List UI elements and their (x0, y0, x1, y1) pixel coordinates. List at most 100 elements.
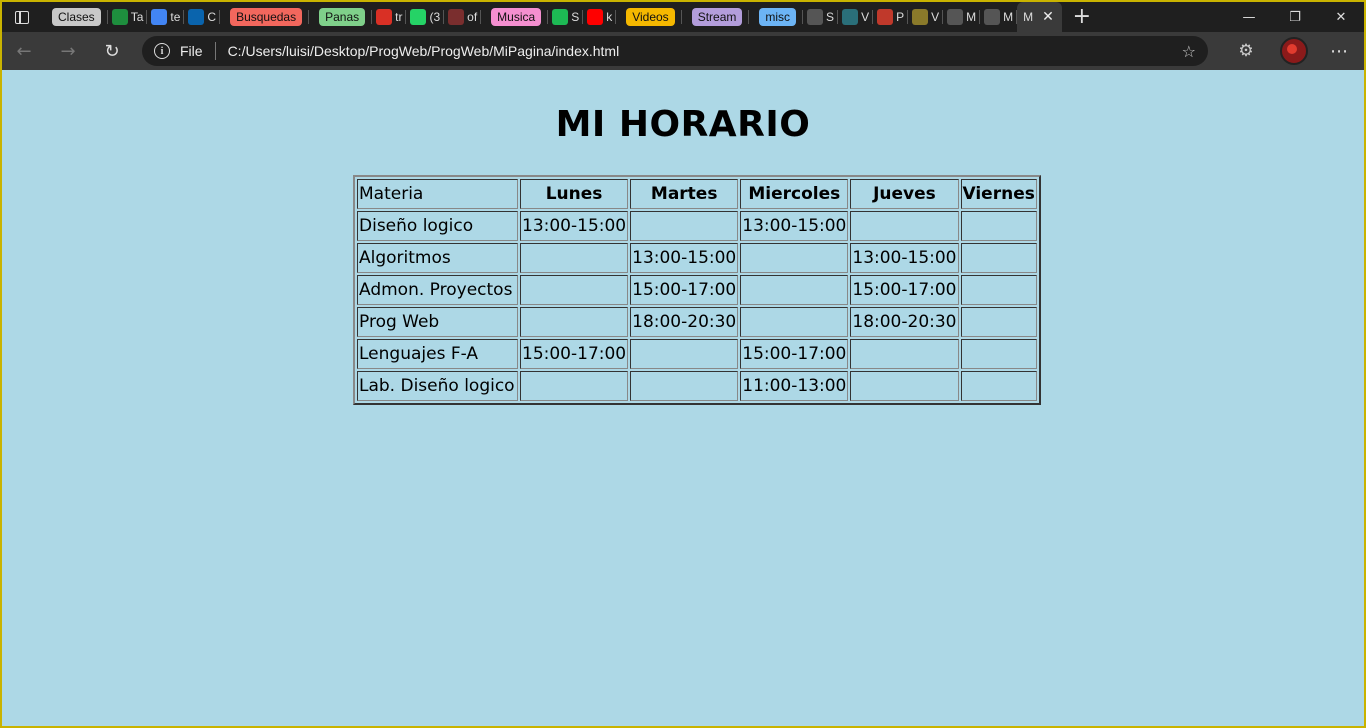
tab-group-label[interactable]: Busquedas (230, 8, 303, 26)
profile-avatar[interactable] (1280, 37, 1308, 65)
extensions-icon[interactable]: ⚙ (1226, 41, 1266, 61)
refresh-button[interactable]: ↻ (90, 32, 134, 70)
restore-button[interactable]: ❐ (1272, 2, 1318, 32)
tab-title: S (826, 10, 835, 24)
browser-tab[interactable]: tr (372, 2, 407, 32)
back-button[interactable]: ← (2, 32, 46, 70)
tab-title: M (1003, 10, 1014, 24)
browser-tab[interactable]: te (147, 2, 185, 32)
time-cell (960, 243, 1037, 273)
new-tab-button[interactable]: + (1062, 2, 1102, 32)
minimize-button[interactable]: — (1226, 2, 1272, 32)
time-cell (520, 371, 629, 401)
tab-title: Ta (130, 10, 144, 24)
header-lunes: Lunes (520, 179, 629, 209)
tab-title: M (966, 10, 977, 24)
drive-icon (151, 9, 168, 25)
tab-title: k (606, 10, 613, 24)
browser-tab[interactable]: Panas (309, 2, 373, 32)
forward-arrow-icon: → (60, 40, 76, 62)
browser-tab[interactable]: M (943, 2, 981, 32)
table-row: Algoritmos 13:00-15:00 13:00-15:00 (357, 243, 1037, 273)
record-icon (376, 9, 393, 25)
browser-tab[interactable]: Ta (108, 2, 148, 32)
url-text[interactable]: C:/Users/luisi/Desktop/ProgWeb/ProgWeb/M… (228, 43, 620, 59)
close-window-button[interactable]: ✕ (1318, 2, 1364, 32)
time-cell: 15:00-17:00 (630, 275, 739, 305)
time-cell (960, 371, 1037, 401)
page-icon (947, 9, 964, 25)
toolbar-right: ⚙ ⋯ (1226, 37, 1354, 65)
browser-tab[interactable]: V (908, 2, 944, 32)
time-cell: 15:00-17:00 (740, 339, 849, 369)
subject-cell: Lenguajes F-A (357, 339, 518, 369)
browser-tab[interactable]: C (184, 2, 220, 32)
time-cell (630, 371, 739, 401)
browser-tab[interactable]: k (583, 2, 617, 32)
time-cell (960, 307, 1037, 337)
spotify-icon (552, 9, 569, 25)
browser-tab[interactable]: S (548, 2, 584, 32)
browser-tab[interactable]: Stream (682, 2, 750, 32)
browser-tab[interactable]: Busquedas (220, 2, 310, 32)
time-cell: 15:00-17:00 (850, 275, 959, 305)
time-cell (520, 307, 629, 337)
header-viernes: Viernes (960, 179, 1037, 209)
outlook-icon (188, 9, 205, 25)
game-icon (842, 9, 859, 25)
subject-cell: Lab. Diseño logico (357, 371, 518, 401)
browser-tab[interactable]: misc (749, 2, 803, 32)
info-icon[interactable]: i (154, 43, 170, 59)
browser-tab[interactable]: Videos (616, 2, 683, 32)
time-cell: 15:00-17:00 (520, 339, 629, 369)
table-row: Admon. Proyectos 15:00-17:00 15:00-17:00 (357, 275, 1037, 305)
tab-group-label[interactable]: Musica (491, 8, 542, 26)
tab-title: of (467, 10, 478, 24)
browser-tab[interactable]: of (444, 2, 482, 32)
browser-tab[interactable]: P (873, 2, 909, 32)
tab-actions-button[interactable] (2, 2, 42, 32)
browser-tab[interactable]: (3 (406, 2, 444, 32)
more-menu-icon[interactable]: ⋯ (1324, 41, 1354, 62)
tab-group-label[interactable]: misc (759, 8, 797, 26)
time-cell (960, 339, 1037, 369)
classroom-icon (111, 9, 128, 25)
refresh-icon: ↻ (104, 40, 120, 62)
table-row: Lenguajes F-A 15:00-17:00 15:00-17:00 (357, 339, 1037, 369)
tab-group-label[interactable]: Videos (626, 8, 675, 26)
time-cell (630, 211, 739, 241)
header-materia: Materia (357, 179, 518, 209)
time-cell (520, 243, 629, 273)
header-martes: Martes (630, 179, 739, 209)
header-miercoles: Miercoles (740, 179, 849, 209)
tab-group-label[interactable]: Stream (691, 8, 743, 26)
subject-cell: Diseño logico (357, 211, 518, 241)
browser-tab[interactable]: M ✕ (1017, 2, 1062, 32)
time-cell (960, 211, 1037, 241)
page-icon (807, 9, 824, 25)
time-cell: 18:00-20:30 (850, 307, 959, 337)
table-row: Lab. Diseño logico 11:00-13:00 (357, 371, 1037, 401)
window-controls: — ❐ ✕ (1226, 2, 1364, 32)
stack-icon (877, 9, 894, 25)
browser-tab[interactable]: V (838, 2, 874, 32)
add-favorite-icon[interactable]: ☆ (1182, 42, 1196, 61)
tab-title: C (207, 10, 217, 24)
forward-button[interactable]: → (46, 32, 90, 70)
subject-cell: Admon. Proyectos (357, 275, 518, 305)
tab-title: P (896, 10, 905, 24)
browser-tab[interactable]: Clases (42, 2, 108, 32)
tab-group-label[interactable]: Panas (319, 8, 366, 26)
browser-tab[interactable]: M (980, 2, 1018, 32)
close-tab-icon[interactable]: ✕ (1042, 9, 1054, 25)
tab-group-label[interactable]: Clases (52, 8, 101, 26)
tab-title: S (571, 10, 580, 24)
page-content: MI HORARIO Materia Lunes Martes Miercole… (2, 70, 1364, 726)
time-cell (850, 371, 959, 401)
address-bar[interactable]: i File C:/Users/luisi/Desktop/ProgWeb/Pr… (142, 36, 1208, 66)
browser-toolbar: ← → ↻ i File C:/Users/luisi/Desktop/Prog… (2, 32, 1364, 70)
tab-title: tr (395, 10, 403, 24)
browser-tab[interactable]: S (803, 2, 839, 32)
back-arrow-icon: ← (16, 40, 32, 62)
browser-tab[interactable]: Musica (481, 2, 549, 32)
